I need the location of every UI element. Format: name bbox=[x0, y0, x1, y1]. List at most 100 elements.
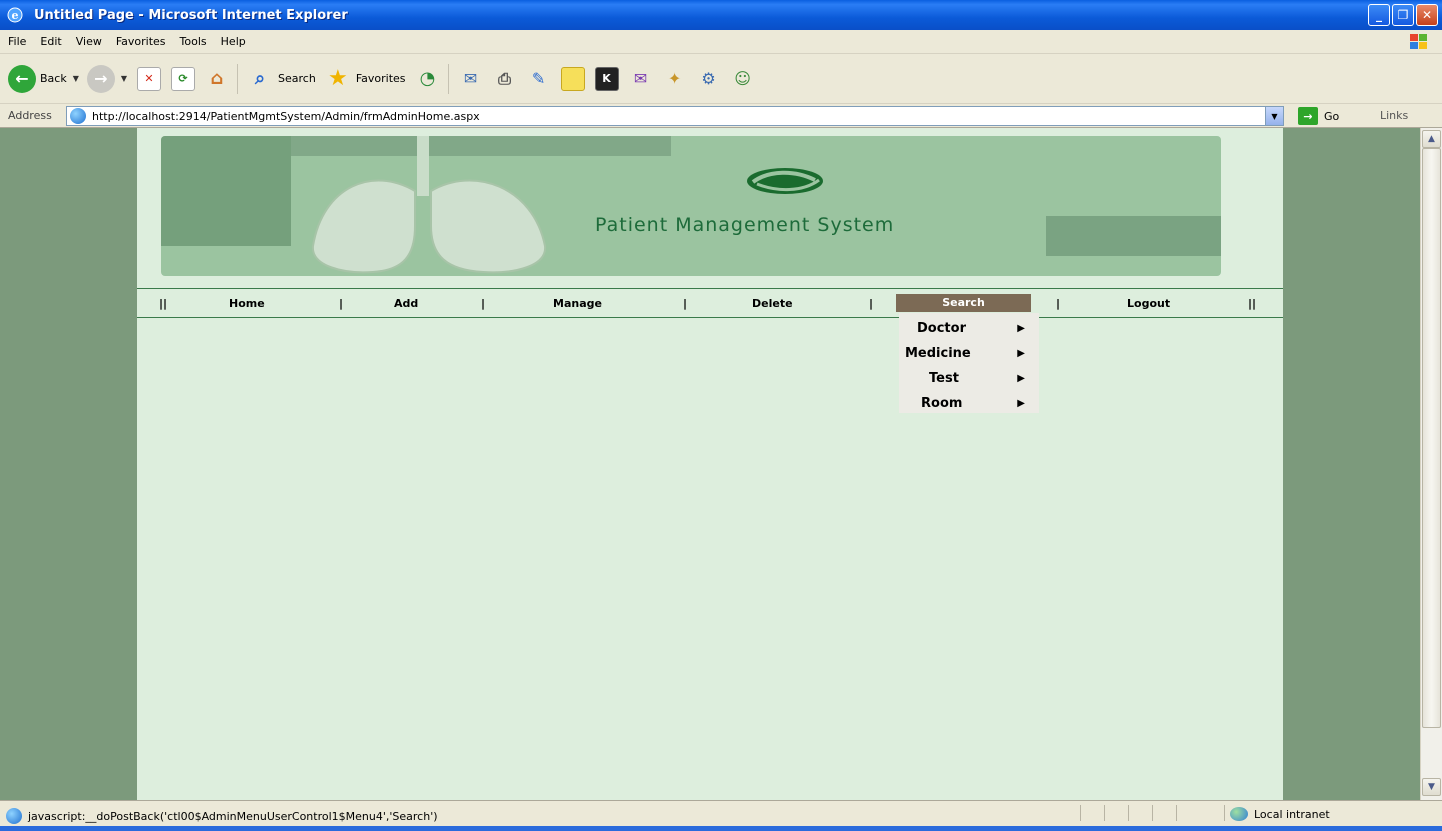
submenu-arrow-icon: ▶ bbox=[1017, 322, 1025, 334]
nav-add[interactable]: Add bbox=[394, 297, 418, 310]
menu-file[interactable]: File bbox=[8, 35, 26, 48]
nav-separator: | bbox=[683, 297, 688, 310]
nav-separator: | bbox=[869, 297, 874, 310]
page-icon bbox=[70, 108, 86, 124]
forward-button[interactable]: → ▼ bbox=[86, 64, 127, 93]
status-divider bbox=[1224, 805, 1225, 821]
status-text: javascript:__doPostBack('ctl00$AdminMenu… bbox=[28, 809, 438, 823]
search-label: Search bbox=[278, 72, 316, 85]
zone-label: Local intranet bbox=[1254, 807, 1330, 821]
search-button[interactable]: ⌕ Search bbox=[246, 65, 316, 93]
menu-bar: File Edit View Favorites Tools Help bbox=[0, 30, 1442, 54]
minimize-button[interactable]: _ bbox=[1368, 4, 1390, 26]
window-title: Untitled Page - Microsoft Internet Explo… bbox=[34, 7, 348, 23]
users-icon[interactable]: ☺ bbox=[731, 67, 755, 91]
menu-edit[interactable]: Edit bbox=[40, 35, 61, 48]
maximize-button[interactable]: ❐ bbox=[1392, 4, 1414, 26]
lungs-image bbox=[311, 136, 547, 274]
search-menu-room-label: Room bbox=[921, 395, 963, 411]
taskbar-edge bbox=[0, 826, 1442, 831]
research-icon[interactable]: ✦ bbox=[663, 67, 687, 91]
header-banner: Patient Management System bbox=[161, 136, 1221, 276]
nav-manage[interactable]: Manage bbox=[553, 297, 602, 310]
system-title: Patient Management System bbox=[595, 214, 895, 236]
address-dropdown-icon[interactable]: ▼ bbox=[1265, 107, 1283, 125]
banner-texture bbox=[161, 136, 291, 246]
status-divider bbox=[1104, 805, 1105, 821]
submenu-arrow-icon: ▶ bbox=[1017, 347, 1025, 359]
submenu-arrow-icon: ▶ bbox=[1017, 397, 1025, 409]
search-menu-test[interactable]: Test ▶ bbox=[899, 365, 1039, 391]
k-icon[interactable]: K bbox=[594, 66, 619, 91]
scroll-thumb[interactable] bbox=[1422, 148, 1441, 728]
submenu-arrow-icon: ▶ bbox=[1017, 372, 1025, 384]
toolbar: ← Back ▼ → ▼ ✕ ⟳ ⌂ ⌕ Search ★ Favorites … bbox=[0, 54, 1442, 104]
nav-edge: || bbox=[1248, 297, 1257, 310]
scroll-down-button[interactable]: ▼ bbox=[1422, 778, 1441, 796]
mail-icon[interactable]: ✉ bbox=[459, 67, 483, 91]
favorites-star-icon: ★ bbox=[327, 66, 348, 91]
refresh-icon[interactable]: ⟳ bbox=[171, 66, 196, 91]
ie-icon: e bbox=[4, 4, 26, 26]
search-menu-doctor-label: Doctor bbox=[917, 320, 966, 336]
messenger-icon[interactable]: ✉ bbox=[629, 67, 653, 91]
back-arrow-icon: ← bbox=[8, 64, 36, 93]
nav-separator: | bbox=[339, 297, 344, 310]
title-bar: e Untitled Page - Microsoft Internet Exp… bbox=[0, 0, 1442, 30]
menu-view[interactable]: View bbox=[76, 35, 102, 48]
history-icon[interactable]: ◔ bbox=[416, 67, 440, 91]
address-label: Address bbox=[8, 109, 52, 122]
search-menu-medicine[interactable]: Medicine ▶ bbox=[899, 340, 1039, 366]
browser-viewport: Patient Management System || Home | Add … bbox=[0, 128, 1420, 800]
main-nav: || Home | Add | Manage | Delete | Search… bbox=[137, 288, 1283, 318]
banner-texture bbox=[1046, 216, 1221, 256]
favorites-button[interactable]: ★ Favorites bbox=[324, 65, 406, 93]
menu-tools[interactable]: Tools bbox=[180, 35, 207, 48]
print-icon[interactable]: ⎙ bbox=[493, 67, 517, 91]
nav-logout[interactable]: Logout bbox=[1127, 297, 1170, 310]
stop-icon[interactable]: ✕ bbox=[137, 66, 162, 91]
home-icon[interactable]: ⌂ bbox=[205, 67, 229, 91]
status-divider bbox=[1152, 805, 1153, 821]
go-button[interactable]: → Go bbox=[1298, 107, 1339, 125]
address-url[interactable]: http://localhost:2914/PatientMgmtSystem/… bbox=[92, 110, 480, 123]
search-menu-test-label: Test bbox=[929, 370, 959, 386]
status-divider bbox=[1128, 805, 1129, 821]
search-menu-doctor[interactable]: Doctor ▶ bbox=[899, 315, 1039, 341]
vertical-scrollbar[interactable]: ▲ ▼ bbox=[1420, 128, 1442, 800]
scroll-up-button[interactable]: ▲ bbox=[1422, 130, 1441, 148]
forward-dropdown-icon[interactable]: ▼ bbox=[121, 74, 127, 83]
notes-icon[interactable] bbox=[560, 66, 585, 91]
search-menu-room[interactable]: Room ▶ bbox=[899, 390, 1039, 416]
nav-search[interactable]: Search bbox=[896, 294, 1031, 312]
nav-separator: | bbox=[481, 297, 486, 310]
menu-favorites[interactable]: Favorites bbox=[116, 35, 166, 48]
edit-icon[interactable]: ✎ bbox=[527, 67, 551, 91]
intranet-globe-icon bbox=[1230, 807, 1248, 821]
window-controls: _ ❐ ✕ bbox=[1368, 4, 1438, 26]
nav-edge: || bbox=[159, 297, 168, 310]
address-bar: Address http://localhost:2914/PatientMgm… bbox=[0, 104, 1442, 128]
search-menu-medicine-label: Medicine bbox=[905, 345, 971, 361]
favorites-label: Favorites bbox=[355, 72, 406, 85]
windows-logo-icon bbox=[1404, 32, 1434, 52]
address-input[interactable]: http://localhost:2914/PatientMgmtSystem/… bbox=[66, 106, 1284, 126]
status-divider bbox=[1176, 805, 1177, 821]
close-button[interactable]: ✕ bbox=[1416, 4, 1438, 26]
logo-mark-icon bbox=[747, 168, 823, 194]
nav-home[interactable]: Home bbox=[229, 297, 265, 310]
toolbar-separator bbox=[237, 63, 239, 94]
security-zone: Local intranet bbox=[1230, 807, 1330, 821]
tools-icon[interactable]: ⚙ bbox=[697, 67, 721, 91]
links-button[interactable]: Links bbox=[1380, 109, 1408, 122]
status-divider bbox=[1080, 805, 1081, 821]
page-status-icon bbox=[6, 808, 22, 824]
svg-text:e: e bbox=[12, 9, 19, 22]
back-dropdown-icon[interactable]: ▼ bbox=[73, 74, 79, 83]
menu-help[interactable]: Help bbox=[221, 35, 246, 48]
back-button[interactable]: ← Back ▼ bbox=[8, 64, 79, 93]
back-label: Back bbox=[40, 72, 67, 85]
search-dropdown-menu: Doctor ▶ Medicine ▶ Test ▶ Room ▶ bbox=[899, 313, 1039, 413]
nav-delete[interactable]: Delete bbox=[752, 297, 793, 310]
go-arrow-icon: → bbox=[1298, 107, 1318, 125]
